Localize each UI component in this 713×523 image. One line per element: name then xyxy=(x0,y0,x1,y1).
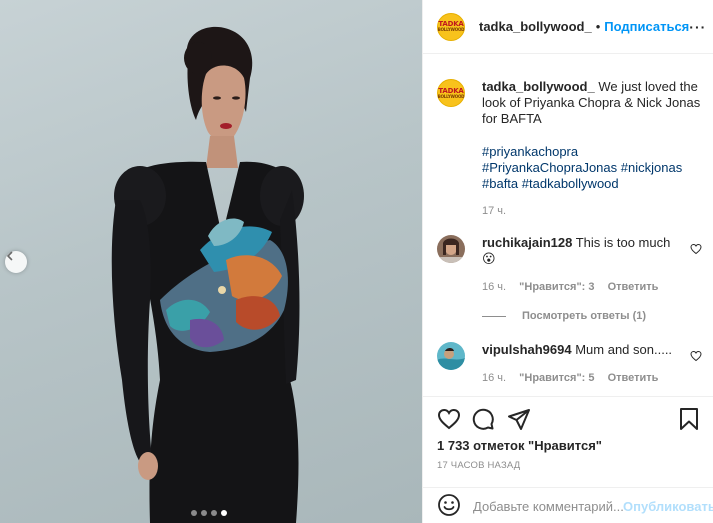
hashtag-link[interactable]: #PriyankaChopraJonas xyxy=(482,160,617,175)
view-replies-label: Посмотреть ответы (1) xyxy=(522,310,647,322)
hashtag-link[interactable]: #priyankachopra xyxy=(482,144,578,159)
carousel-indicator xyxy=(191,510,227,516)
heart-icon xyxy=(690,350,702,362)
more-options-icon[interactable]: ··· xyxy=(689,19,706,35)
caption-username[interactable]: tadka_bollywood_ xyxy=(482,79,595,94)
carousel-dot xyxy=(201,510,207,516)
heart-icon xyxy=(437,408,461,430)
comment-time[interactable]: 16 ч. xyxy=(482,281,506,293)
instagram-post: TADKA BOLLYWOOD tadka_bollywood_ • Подпис… xyxy=(0,0,713,523)
author-avatar[interactable]: TADKA BOLLYWOOD xyxy=(437,12,465,41)
commenter-avatar[interactable] xyxy=(437,235,465,263)
heart-icon xyxy=(690,243,702,255)
chevron-left-icon xyxy=(7,251,13,261)
view-replies-button[interactable]: Посмотреть ответы (1) xyxy=(482,310,646,322)
post-details-panel: TADKA BOLLYWOOD tadka_bollywood_ • Подпис… xyxy=(422,0,713,523)
author-username[interactable]: tadka_bollywood_ xyxy=(479,19,592,34)
add-comment-bar: Опубликовать xyxy=(423,487,713,523)
separator-bullet: • xyxy=(595,19,601,34)
caption-text: tadka_bollywood_ We just loved the look … xyxy=(482,79,702,127)
caption-author-avatar[interactable]: TADKA BOLLYWOOD xyxy=(437,79,465,107)
emoji-picker-icon[interactable] xyxy=(437,493,461,520)
publish-comment-button[interactable]: Опубликовать xyxy=(623,499,713,514)
caption-hashtags: #priyankachopra #PriyankaChopraJonas #ni… xyxy=(482,144,702,192)
likes-count[interactable]: 1 733 отметок "Нравится" xyxy=(437,438,602,453)
action-icons-bar xyxy=(437,407,700,431)
reply-button[interactable]: Ответить xyxy=(608,281,659,293)
avatar-photo xyxy=(437,235,465,263)
comment-meta: 16 ч. "Нравится": 3 Ответить xyxy=(482,281,702,293)
smiley-icon xyxy=(438,493,460,516)
follow-button[interactable]: Подписаться xyxy=(604,19,689,34)
post-image[interactable] xyxy=(0,0,422,523)
bookmark-icon xyxy=(680,408,698,430)
comment-meta: 16 ч. "Нравится": 5 Ответить xyxy=(482,372,702,384)
hashtag-link[interactable]: #tadkabollywood xyxy=(522,176,619,191)
post-actions: 1 733 отметок "Нравится" 17 ЧАСОВ НАЗАД … xyxy=(423,396,713,523)
comment-time[interactable]: 16 ч. xyxy=(482,372,506,384)
like-comment-heart-icon[interactable] xyxy=(690,243,702,258)
avatar-logo-subtext: BOLLYWOOD xyxy=(437,93,465,99)
save-bookmark-icon[interactable] xyxy=(678,407,700,434)
emoji-shocked: 😮 xyxy=(482,251,496,266)
post-caption: TADKA BOLLYWOOD tadka_bollywood_ We just … xyxy=(437,79,702,217)
like-comment-heart-icon[interactable] xyxy=(690,350,702,365)
reply-button[interactable]: Ответить xyxy=(608,372,659,384)
comment-item: ruchikajain128 This is too much 😮 16 ч. … xyxy=(437,235,702,293)
comment-input[interactable] xyxy=(473,498,623,514)
comment-likes-count[interactable]: "Нравится": 3 xyxy=(519,281,594,293)
like-heart-icon[interactable] xyxy=(437,407,461,434)
caption-timestamp[interactable]: 17 ч. xyxy=(482,205,702,217)
comment-text: vipulshah9694 Mum and son..... xyxy=(482,342,702,358)
hashtag-link[interactable]: #bafta xyxy=(482,176,518,191)
commenter-avatar[interactable] xyxy=(437,342,465,370)
carousel-dot xyxy=(211,510,217,516)
comment-item: vipulshah9694 Mum and son..... 16 ч. "Нр… xyxy=(437,342,702,384)
share-direct-icon[interactable] xyxy=(507,407,531,434)
avatar-photo xyxy=(437,342,465,370)
hashtag-link[interactable]: #nickjonas xyxy=(621,160,682,175)
comment-body: This is too much xyxy=(572,235,671,250)
post-header: TADKA BOLLYWOOD tadka_bollywood_ • Подпис… xyxy=(423,0,713,54)
comment-likes-count[interactable]: "Нравится": 5 xyxy=(519,372,594,384)
comment-body: Mum and son..... xyxy=(571,342,673,357)
comments-section: TADKA BOLLYWOOD tadka_bollywood_ We just … xyxy=(423,55,713,396)
paper-plane-icon xyxy=(508,409,530,430)
replies-line xyxy=(482,315,506,317)
comment-icon xyxy=(472,408,494,430)
post-timestamp[interactable]: 17 ЧАСОВ НАЗАД xyxy=(437,460,520,471)
carousel-dot xyxy=(191,510,197,516)
comment-username[interactable]: vipulshah9694 xyxy=(482,342,572,357)
carousel-dot-active xyxy=(221,510,227,516)
avatar-logo-subtext: BOLLYWOOD xyxy=(437,27,465,32)
comment-bubble-icon[interactable] xyxy=(471,407,495,434)
comment-username[interactable]: ruchikajain128 xyxy=(482,235,572,250)
carousel-prev-button[interactable] xyxy=(5,251,27,273)
woman-in-black-dress-photo xyxy=(111,26,304,523)
comment-text: ruchikajain128 This is too much 😮 xyxy=(482,235,702,267)
